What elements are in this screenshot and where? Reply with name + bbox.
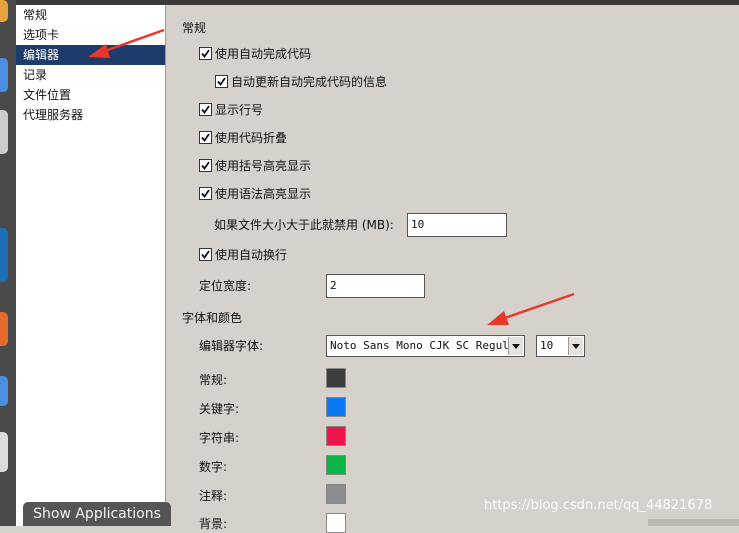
color-string-swatch[interactable] bbox=[326, 426, 346, 446]
chevron-down-icon[interactable] bbox=[508, 337, 523, 355]
editor-font-select[interactable]: Noto Sans Mono CJK SC Regular bbox=[326, 335, 525, 357]
code-folding-label: 使用代码折叠 bbox=[215, 131, 288, 145]
annotation-arrow bbox=[487, 292, 575, 325]
preferences-sidebar: 常规 选项卡 编辑器 记录 文件位置 代理服务器 bbox=[16, 5, 166, 526]
sidebar-item-file-locations[interactable]: 文件位置 bbox=[16, 85, 165, 105]
color-general-swatch[interactable] bbox=[326, 368, 346, 388]
word-wrap-checkbox[interactable] bbox=[199, 248, 212, 261]
dock-app-icon[interactable] bbox=[0, 228, 8, 282]
dock-app-icon[interactable] bbox=[0, 312, 8, 346]
sidebar-item-proxy[interactable]: 代理服务器 bbox=[16, 105, 165, 125]
dock bbox=[0, 0, 16, 526]
editor-font-value: Noto Sans Mono CJK SC Regular bbox=[330, 339, 523, 352]
syntax-highlight-label: 使用语法高亮显示 bbox=[215, 187, 312, 201]
color-number-swatch[interactable] bbox=[326, 455, 346, 475]
color-number-label: 数字: bbox=[199, 460, 228, 474]
color-comment-swatch[interactable] bbox=[326, 484, 346, 504]
autocomplete-checkbox[interactable] bbox=[199, 47, 212, 60]
bracket-highlight-checkbox[interactable] bbox=[199, 159, 212, 172]
dock-app-icon[interactable] bbox=[0, 110, 8, 154]
color-comment-label: 注释: bbox=[199, 489, 228, 503]
dock-app-icon[interactable] bbox=[0, 376, 8, 406]
dialog-button-area bbox=[648, 519, 739, 526]
code-folding-checkbox[interactable] bbox=[199, 131, 212, 144]
section-general-title: 常规 bbox=[182, 21, 207, 35]
dock-app-icon[interactable] bbox=[0, 0, 8, 22]
disable-size-input[interactable]: 10 bbox=[407, 213, 507, 237]
word-wrap-label: 使用自动换行 bbox=[215, 248, 288, 262]
tab-width-label: 定位宽度: bbox=[199, 279, 252, 293]
dock-app-icon[interactable] bbox=[0, 432, 8, 472]
autocomplete-update-label: 自动更新自动完成代码的信息 bbox=[231, 75, 388, 89]
annotation-arrow bbox=[88, 28, 165, 58]
watermark: https://blog.csdn.net/qq_44821678 bbox=[484, 498, 713, 513]
chevron-down-icon[interactable] bbox=[568, 337, 583, 355]
autocomplete-update-checkbox[interactable] bbox=[215, 75, 228, 88]
bracket-highlight-label: 使用括号高亮显示 bbox=[215, 159, 312, 173]
sidebar-item-general[interactable]: 常规 bbox=[16, 5, 165, 25]
color-string-label: 字符串: bbox=[199, 431, 240, 445]
autocomplete-label: 使用自动完成代码 bbox=[215, 47, 312, 61]
sidebar-item-log[interactable]: 记录 bbox=[16, 65, 165, 85]
font-size-select[interactable]: 10 bbox=[536, 335, 585, 357]
color-general-label: 常规: bbox=[199, 373, 228, 387]
tab-width-input[interactable]: 2 bbox=[326, 274, 425, 298]
color-keyword-swatch[interactable] bbox=[326, 397, 346, 417]
font-size-value: 10 bbox=[540, 339, 554, 352]
line-numbers-label: 显示行号 bbox=[215, 103, 264, 117]
show-applications-button[interactable]: Show Applications bbox=[23, 502, 171, 526]
disable-size-label: 如果文件大小大于此就禁用 (MB): bbox=[214, 218, 394, 232]
syntax-highlight-checkbox[interactable] bbox=[199, 187, 212, 200]
color-keyword-label: 关键字: bbox=[199, 402, 240, 416]
color-background-swatch[interactable] bbox=[326, 513, 346, 533]
section-fonts-title: 字体和颜色 bbox=[182, 311, 243, 325]
line-numbers-checkbox[interactable] bbox=[199, 103, 212, 116]
dock-app-icon[interactable] bbox=[0, 58, 8, 92]
editor-font-label: 编辑器字体: bbox=[199, 339, 264, 353]
color-background-label: 背景: bbox=[199, 517, 228, 531]
